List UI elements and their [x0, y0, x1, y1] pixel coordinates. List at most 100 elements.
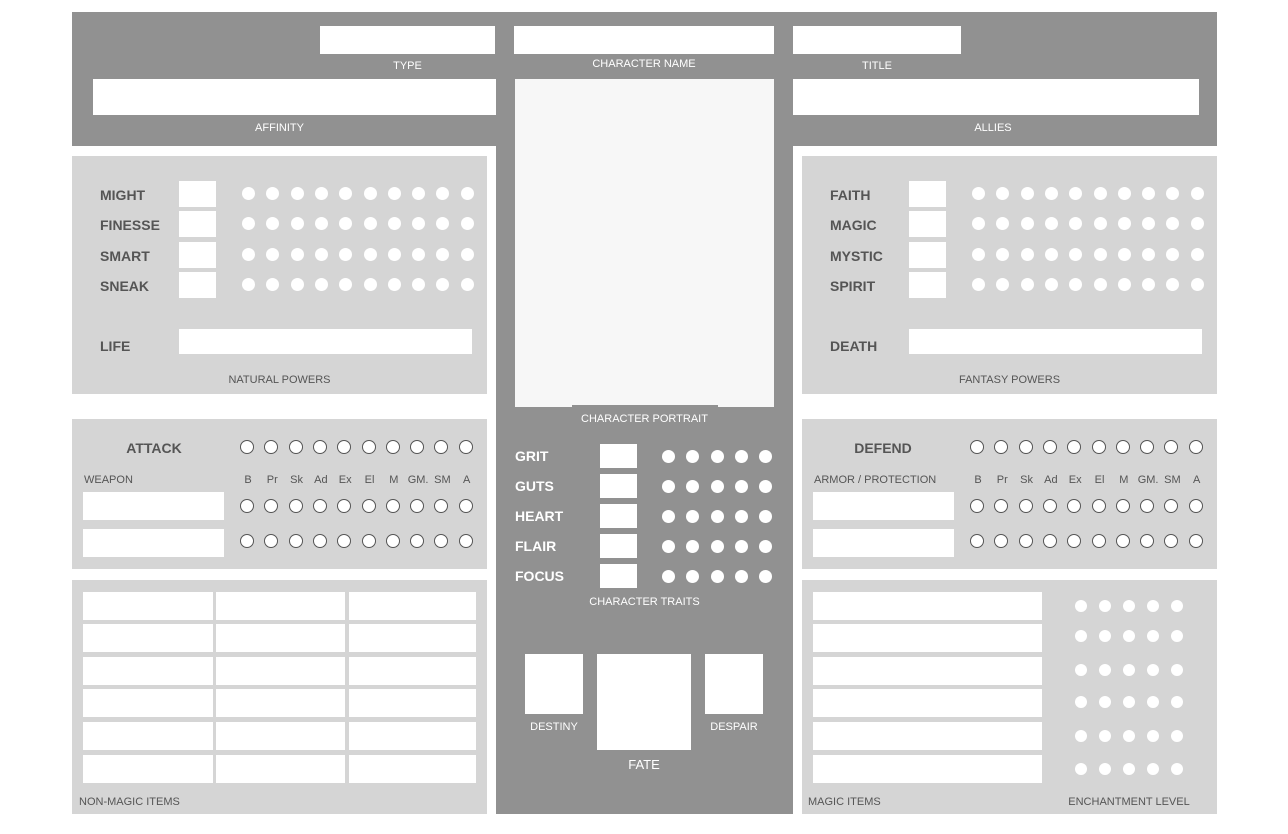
stat-dot[interactable]	[363, 217, 377, 230]
non-magic-item-cell[interactable]	[349, 592, 476, 620]
death-field[interactable]	[909, 329, 1202, 354]
defend-slot-circle[interactable]	[1018, 499, 1033, 513]
enchantment-dot[interactable]	[1171, 696, 1183, 708]
stat-dot[interactable]	[412, 248, 426, 261]
attack-slot-circle[interactable]	[312, 534, 327, 548]
defend-slot-circle[interactable]	[1042, 534, 1057, 548]
stat-dot[interactable]	[363, 278, 377, 291]
stat-dot[interactable]	[1093, 217, 1107, 230]
weapon-field[interactable]	[83, 529, 224, 557]
trait-dot[interactable]	[734, 480, 748, 493]
stat-dot[interactable]	[1142, 248, 1156, 261]
stat-value-box[interactable]	[909, 211, 946, 237]
non-magic-item-cell[interactable]	[216, 624, 345, 652]
attack-slot-circle[interactable]	[288, 499, 303, 513]
enchantment-dot[interactable]	[1075, 664, 1087, 676]
stat-dot[interactable]	[1044, 278, 1058, 291]
affinity-field[interactable]	[93, 79, 496, 115]
enchantment-dot[interactable]	[1171, 664, 1183, 676]
trait-dot[interactable]	[734, 450, 748, 463]
trait-dot[interactable]	[662, 450, 675, 463]
stat-dot[interactable]	[242, 278, 255, 291]
non-magic-item-cell[interactable]	[83, 689, 213, 717]
attack-level-circle[interactable]	[458, 440, 473, 454]
attack-slot-circle[interactable]	[240, 499, 254, 513]
magic-item-field[interactable]	[813, 722, 1042, 750]
stat-dot[interactable]	[972, 248, 985, 261]
enchantment-dot[interactable]	[1171, 630, 1183, 642]
enchantment-dot[interactable]	[1147, 696, 1159, 708]
stat-dot[interactable]	[412, 187, 426, 200]
magic-item-field[interactable]	[813, 624, 1042, 652]
non-magic-item-cell[interactable]	[216, 722, 345, 750]
attack-slot-circle[interactable]	[410, 499, 425, 513]
non-magic-item-cell[interactable]	[349, 624, 476, 652]
attack-level-circle[interactable]	[385, 440, 400, 454]
enchantment-dot[interactable]	[1099, 763, 1111, 775]
character-portrait[interactable]	[515, 79, 774, 407]
attack-level-circle[interactable]	[361, 440, 376, 454]
defend-level-circle[interactable]	[1115, 440, 1130, 454]
non-magic-item-cell[interactable]	[83, 722, 213, 750]
stat-dot[interactable]	[387, 217, 401, 230]
enchantment-dot[interactable]	[1099, 600, 1111, 612]
enchantment-dot[interactable]	[1099, 630, 1111, 642]
trait-dot[interactable]	[662, 570, 675, 583]
trait-value-box[interactable]	[600, 534, 637, 558]
enchantment-dot[interactable]	[1123, 600, 1135, 612]
non-magic-item-cell[interactable]	[216, 657, 345, 685]
enchantment-dot[interactable]	[1147, 763, 1159, 775]
enchantment-dot[interactable]	[1075, 600, 1087, 612]
stat-dot[interactable]	[972, 217, 985, 230]
non-magic-item-cell[interactable]	[216, 592, 345, 620]
non-magic-item-cell[interactable]	[349, 657, 476, 685]
trait-dot[interactable]	[734, 570, 748, 583]
stat-dot[interactable]	[1020, 217, 1034, 230]
stat-dot[interactable]	[972, 278, 985, 291]
stat-value-box[interactable]	[909, 181, 946, 207]
defend-level-circle[interactable]	[1188, 440, 1203, 454]
stat-dot[interactable]	[1117, 187, 1131, 200]
character-name-field[interactable]	[514, 26, 774, 54]
defend-slot-circle[interactable]	[1018, 534, 1033, 548]
defend-slot-circle[interactable]	[970, 534, 984, 548]
destiny-box[interactable]	[525, 654, 583, 714]
stat-dot[interactable]	[1142, 187, 1156, 200]
magic-item-field[interactable]	[813, 755, 1042, 783]
stat-dot[interactable]	[1117, 217, 1131, 230]
defend-level-circle[interactable]	[1018, 440, 1033, 454]
attack-slot-circle[interactable]	[361, 534, 376, 548]
stat-dot[interactable]	[1020, 248, 1034, 261]
enchantment-dot[interactable]	[1075, 696, 1087, 708]
trait-value-box[interactable]	[600, 504, 637, 528]
enchantment-dot[interactable]	[1171, 763, 1183, 775]
stat-dot[interactable]	[387, 278, 401, 291]
defend-level-circle[interactable]	[970, 440, 984, 454]
allies-field[interactable]	[793, 79, 1199, 115]
defend-level-circle[interactable]	[1140, 440, 1155, 454]
trait-dot[interactable]	[662, 540, 675, 553]
stat-dot[interactable]	[242, 187, 255, 200]
enchantment-dot[interactable]	[1147, 630, 1159, 642]
stat-value-box[interactable]	[179, 242, 216, 268]
attack-slot-circle[interactable]	[288, 534, 303, 548]
stat-dot[interactable]	[314, 278, 328, 291]
stat-dot[interactable]	[1044, 187, 1058, 200]
fate-box[interactable]	[597, 654, 691, 750]
stat-dot[interactable]	[1190, 248, 1204, 261]
non-magic-item-cell[interactable]	[83, 755, 213, 783]
magic-item-field[interactable]	[813, 592, 1042, 620]
stat-dot[interactable]	[314, 217, 328, 230]
stat-dot[interactable]	[387, 248, 401, 261]
trait-dot[interactable]	[710, 450, 724, 463]
non-magic-item-cell[interactable]	[349, 689, 476, 717]
non-magic-item-cell[interactable]	[216, 689, 345, 717]
trait-value-box[interactable]	[600, 444, 637, 468]
magic-item-field[interactable]	[813, 689, 1042, 717]
stat-dot[interactable]	[314, 187, 328, 200]
title-field[interactable]	[793, 26, 961, 54]
stat-dot[interactable]	[363, 187, 377, 200]
stat-dot[interactable]	[972, 187, 985, 200]
attack-level-circle[interactable]	[240, 440, 254, 454]
stat-dot[interactable]	[1117, 248, 1131, 261]
